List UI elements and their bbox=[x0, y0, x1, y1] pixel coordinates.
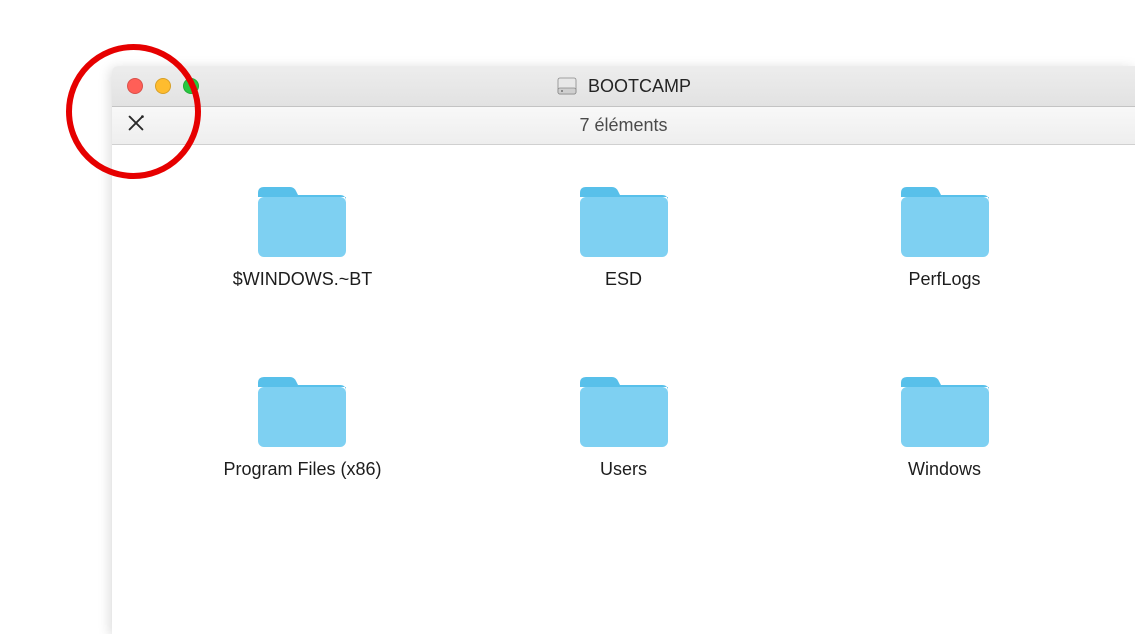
minimize-button[interactable] bbox=[155, 78, 171, 94]
folder-icon bbox=[576, 375, 672, 451]
folder-icon bbox=[254, 375, 350, 451]
folder-label: PerfLogs bbox=[908, 269, 980, 290]
folder-label: Users bbox=[600, 459, 647, 480]
folder-item[interactable]: Users bbox=[576, 375, 672, 480]
folder-label: Program Files (x86) bbox=[223, 459, 381, 480]
close-button[interactable] bbox=[127, 78, 143, 94]
titlebar[interactable]: BOOTCAMP bbox=[112, 66, 1135, 107]
folder-item[interactable]: PerfLogs bbox=[897, 185, 993, 290]
folder-item[interactable]: Program Files (x86) bbox=[223, 375, 381, 480]
folder-icon bbox=[254, 185, 350, 261]
toolbar: 7 éléments bbox=[112, 107, 1135, 145]
customize-tool-button[interactable] bbox=[112, 107, 160, 144]
maximize-button[interactable] bbox=[183, 78, 199, 94]
folder-label: ESD bbox=[605, 269, 642, 290]
drive-icon bbox=[556, 75, 578, 97]
finder-window: BOOTCAMP 7 éléments $WIN bbox=[112, 66, 1135, 634]
wand-cross-icon bbox=[125, 112, 147, 139]
folder-icon bbox=[576, 185, 672, 261]
folder-icon bbox=[897, 375, 993, 451]
folder-icon bbox=[897, 185, 993, 261]
folder-item[interactable]: ESD bbox=[576, 185, 672, 290]
item-count: 7 éléments bbox=[579, 115, 667, 136]
titlebar-title-container: BOOTCAMP bbox=[112, 75, 1135, 97]
folder-grid: $WINDOWS.~BT ESD PerfLogs bbox=[112, 145, 1135, 605]
folder-item[interactable]: $WINDOWS.~BT bbox=[233, 185, 373, 290]
folder-label: Windows bbox=[908, 459, 981, 480]
window-title: BOOTCAMP bbox=[588, 76, 691, 97]
folder-item[interactable]: Windows bbox=[897, 375, 993, 480]
traffic-lights bbox=[112, 78, 199, 94]
toolbar-status: 7 éléments bbox=[112, 115, 1135, 136]
folder-label: $WINDOWS.~BT bbox=[233, 269, 373, 290]
